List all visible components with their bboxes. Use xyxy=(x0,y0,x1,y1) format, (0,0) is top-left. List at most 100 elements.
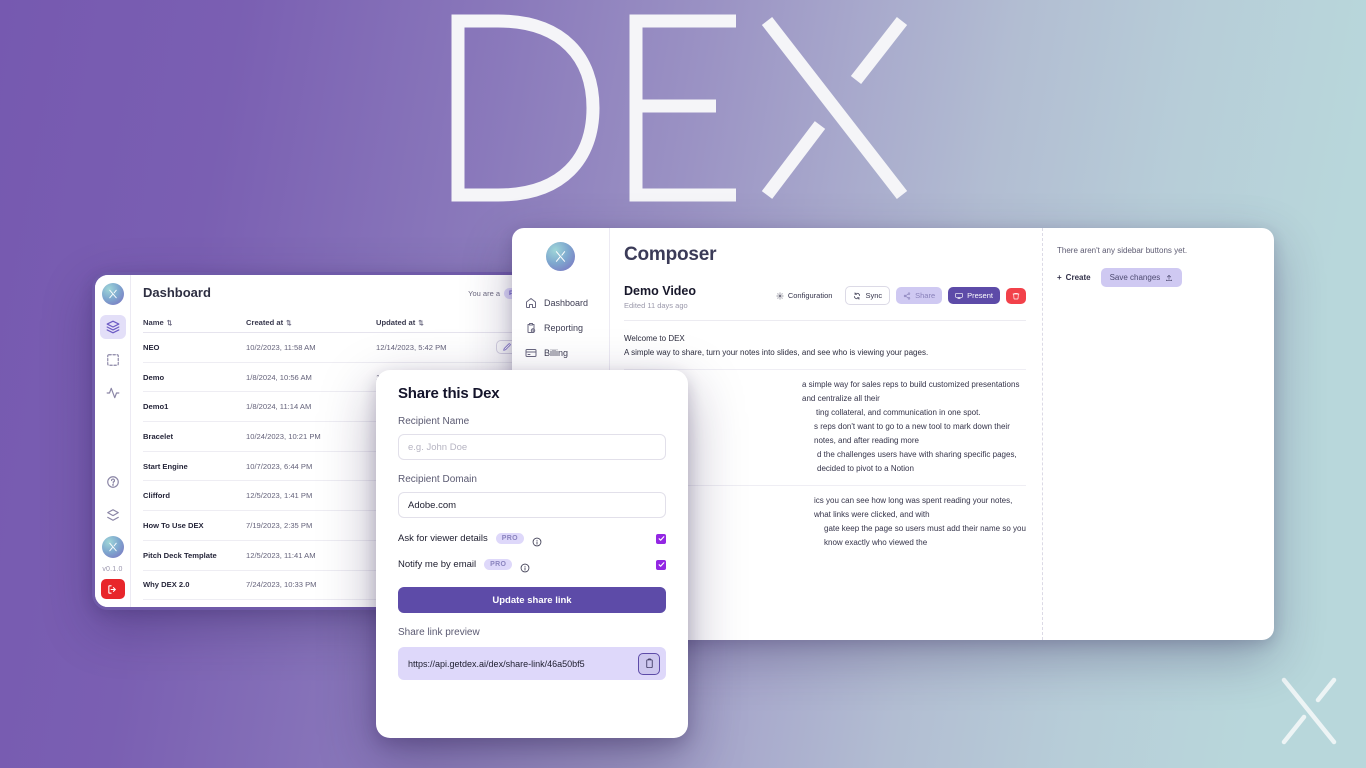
delete-button[interactable] xyxy=(1006,287,1026,304)
copy-link-button[interactable] xyxy=(638,652,660,675)
empty-state-text: There aren't any sidebar buttons yet. xyxy=(1057,246,1188,255)
dex-corner-mark xyxy=(1270,672,1348,750)
save-button-label: Save changes xyxy=(1109,273,1161,282)
ask-viewer-details-checkbox[interactable] xyxy=(656,533,666,544)
row-created: 10/2/2023, 11:58 AM xyxy=(246,342,316,352)
avatar[interactable] xyxy=(101,536,124,558)
activity-icon xyxy=(106,387,119,399)
column-label: Created at xyxy=(246,318,284,327)
ask-viewer-details-row: Ask for viewer details PRO xyxy=(398,533,666,546)
row-name: How To Use DEX xyxy=(143,520,204,530)
row-created: 12/5/2023, 1:41 PM xyxy=(246,491,313,501)
app-version: v0.1.0 xyxy=(102,566,123,573)
present-button[interactable]: Present xyxy=(948,287,1000,304)
share-icon xyxy=(903,291,911,300)
sidebar-item-frames[interactable] xyxy=(100,348,126,372)
update-share-link-button[interactable]: Update share link xyxy=(398,587,666,613)
row-name: Demo xyxy=(143,372,165,382)
logout-button[interactable] xyxy=(100,579,125,599)
nav-item-billing[interactable]: Billing xyxy=(525,347,609,359)
dashboard-header: Dashboard You are a PRO xyxy=(143,285,539,300)
doc-heading: Welcome to DEX xyxy=(624,334,685,343)
file-edited-time: Edited 11 days ago xyxy=(624,301,688,310)
share-button[interactable]: Share xyxy=(896,287,943,304)
button-label: Sync xyxy=(865,291,883,300)
composer-body: Composer Demo Video Edited 11 days ago C… xyxy=(610,228,1274,640)
credit-card-icon xyxy=(525,349,537,357)
help-circle-icon xyxy=(106,476,119,488)
column-header-created[interactable]: Created at ⇅ xyxy=(246,318,376,327)
create-button[interactable]: + Create xyxy=(1057,273,1091,282)
column-header-updated[interactable]: Updated at ⇅ xyxy=(376,318,496,327)
nav-item-dashboard[interactable]: Dashboard xyxy=(525,297,609,309)
row-name: Why DEX 2.0 xyxy=(143,580,190,590)
gear-icon xyxy=(776,292,784,299)
table-header-row: Name ⇅ Created at ⇅ Updated at ⇅ xyxy=(143,313,539,333)
composer-right-panel: There aren't any sidebar buttons yet. + … xyxy=(1042,228,1274,640)
create-button-label: Create xyxy=(1065,273,1091,282)
notify-email-checkbox[interactable] xyxy=(656,559,666,570)
composer-file-bar: Demo Video Edited 11 days ago Configurat… xyxy=(624,284,1026,310)
row-created: 7/24/2023, 10:33 PM xyxy=(246,580,317,590)
sync-button[interactable]: Sync xyxy=(845,286,891,305)
home-icon xyxy=(526,298,536,308)
file-name: Demo Video xyxy=(624,284,697,298)
configuration-button[interactable]: Configuration xyxy=(769,287,840,304)
recipient-name-input[interactable] xyxy=(398,434,666,460)
clipboard-copy-icon xyxy=(645,658,653,669)
ask-viewer-details-label: Ask for viewer details xyxy=(398,533,488,544)
sync-icon xyxy=(854,291,861,300)
sort-icon: ⇅ xyxy=(418,319,424,327)
row-created: 1/8/2024, 11:14 AM xyxy=(246,402,312,412)
sort-icon: ⇅ xyxy=(166,319,173,327)
plan-status-text: You are a xyxy=(468,289,500,298)
table-row[interactable]: NEO 10/2/2023, 11:58 AM 12/14/2023, 5:42… xyxy=(143,333,539,363)
nav-item-reporting[interactable]: Reporting xyxy=(525,322,609,334)
composer-toolbar: Configuration Sync Share Present xyxy=(769,286,1026,305)
row-created: 10/24/2023, 10:21 PM xyxy=(246,431,321,441)
recipient-name-label: Recipient Name xyxy=(398,416,470,427)
dashboard-sidebar: v0.1.0 xyxy=(95,275,131,607)
row-name: NEO xyxy=(143,342,160,352)
row-created: 12/5/2023, 11:41 AM xyxy=(246,550,316,560)
recipient-domain-input[interactable] xyxy=(398,492,666,518)
row-name: Bracelet xyxy=(143,431,173,441)
nav-item-label: Billing xyxy=(544,348,569,358)
save-changes-button[interactable]: Save changes xyxy=(1100,268,1183,287)
logout-icon xyxy=(108,584,116,594)
composer-file-meta: Demo Video Edited 11 days ago xyxy=(624,284,696,310)
row-created: 7/19/2023, 2:35 PM xyxy=(246,520,313,530)
check-icon xyxy=(658,562,664,567)
sidebar-item-help[interactable] xyxy=(100,470,126,494)
share-link-box: https://api.getdex.ai/dex/share-link/46a… xyxy=(398,647,666,680)
nav-item-label: Reporting xyxy=(544,323,584,333)
column-label: Name xyxy=(143,318,164,327)
button-label: Share xyxy=(915,291,936,300)
row-updated: 12/14/2023, 5:42 PM xyxy=(376,342,447,352)
sort-icon: ⇅ xyxy=(286,319,292,327)
dialog-title: Share this Dex xyxy=(398,385,500,402)
brand-logo-icon xyxy=(101,283,124,305)
button-label: Present xyxy=(967,291,993,300)
share-link-url: https://api.getdex.ai/dex/share-link/46a… xyxy=(408,658,585,669)
nav-item-label: Dashboard xyxy=(544,298,589,308)
recipient-domain-label: Recipient Domain xyxy=(398,474,477,485)
row-created: 1/8/2024, 10:56 AM xyxy=(246,372,312,382)
info-icon[interactable] xyxy=(532,534,542,546)
column-header-name[interactable]: Name ⇅ xyxy=(143,318,246,327)
pro-badge: PRO xyxy=(495,533,524,544)
dashed-frame-icon xyxy=(106,354,119,366)
sidebar-item-activity[interactable] xyxy=(100,381,126,405)
info-icon[interactable] xyxy=(520,560,530,572)
check-icon xyxy=(658,536,664,541)
row-name: Demo1 xyxy=(143,402,169,412)
sidebar-item-settings[interactable] xyxy=(100,503,126,527)
plus-icon: + xyxy=(1057,273,1062,282)
dex-wordmark xyxy=(438,12,928,204)
row-created: 10/7/2023, 6:44 PM xyxy=(246,461,313,471)
sidebar-item-layers[interactable] xyxy=(99,315,126,339)
row-name: Start Engine xyxy=(143,461,188,471)
share-dialog: Share this Dex Recipient Name Recipient … xyxy=(376,370,688,738)
composer-nav: Dashboard Reporting Billing xyxy=(512,297,609,359)
row-name: Clifford xyxy=(143,491,170,501)
